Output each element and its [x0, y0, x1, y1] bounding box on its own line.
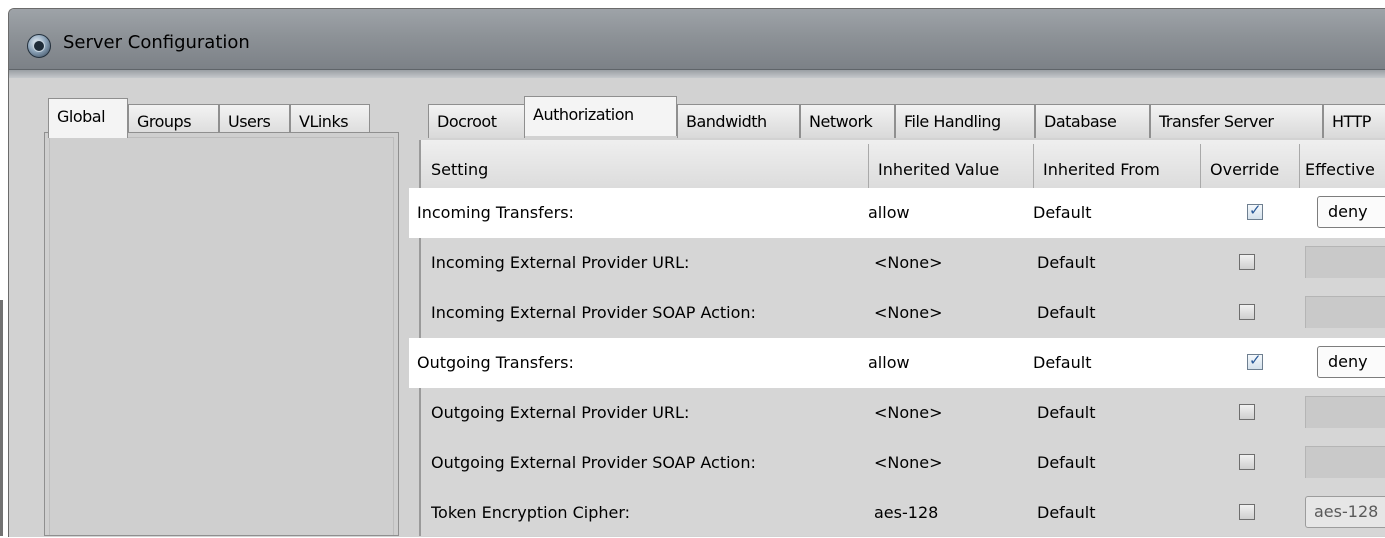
- setting-name: Incoming External Provider URL:: [431, 253, 690, 272]
- inherited-from: Default: [1037, 503, 1096, 522]
- tab-transfer-server[interactable]: Transfer Server: [1150, 104, 1323, 138]
- tab-label: File Handling: [904, 112, 1001, 131]
- tab-network[interactable]: Network: [800, 104, 895, 138]
- title-bar[interactable]: Server Configuration: [9, 9, 1385, 70]
- inherited-value: <None>: [874, 453, 943, 472]
- override-checkbox[interactable]: [1239, 254, 1255, 270]
- tab-bandwidth[interactable]: Bandwidth: [677, 104, 800, 138]
- table-header: Setting Inherited Value Inherited From O…: [421, 140, 1385, 189]
- table-row[interactable]: Outgoing External Provider URL: <None> D…: [421, 388, 1385, 438]
- column-header-setting[interactable]: Setting: [431, 140, 851, 188]
- tab-label: Authorization: [533, 105, 634, 124]
- column-header-override[interactable]: Override: [1210, 140, 1310, 188]
- override-checkbox[interactable]: [1239, 304, 1255, 320]
- select-value: aes-128: [1314, 502, 1379, 521]
- column-divider: [1033, 144, 1034, 188]
- column-divider: [1299, 144, 1300, 188]
- tab-label: Bandwidth: [686, 112, 767, 131]
- override-checkbox[interactable]: [1247, 201, 1263, 220]
- tab-label: Groups: [137, 112, 192, 131]
- inherited-value: <None>: [874, 403, 943, 422]
- setting-name: Outgoing Transfers:: [417, 353, 574, 372]
- inherited-from: Default: [1033, 353, 1092, 372]
- table-row[interactable]: Incoming External Provider URL: <None> D…: [421, 238, 1385, 288]
- inherited-from: Default: [1037, 303, 1096, 322]
- tab-label: HTTP: [1332, 112, 1371, 131]
- setting-name: Incoming External Provider SOAP Action:: [431, 303, 756, 322]
- tab-label: Database: [1044, 112, 1117, 131]
- effective-value-select[interactable]: deny: [1317, 196, 1385, 228]
- inherited-from: Default: [1033, 203, 1092, 222]
- tab-docroot[interactable]: Docroot: [428, 104, 525, 138]
- setting-name: Token Encryption Cipher:: [431, 503, 631, 522]
- table-row[interactable]: Outgoing External Provider SOAP Action: …: [421, 438, 1385, 488]
- tab-global[interactable]: Global: [48, 98, 128, 138]
- tab-database[interactable]: Database: [1035, 104, 1150, 138]
- override-checkbox[interactable]: [1239, 454, 1255, 470]
- inherited-from: Default: [1037, 253, 1096, 272]
- tab-label: Docroot: [437, 112, 497, 131]
- tab-label: VLinks: [299, 112, 349, 131]
- effective-value-select[interactable]: deny: [1317, 346, 1385, 378]
- effective-value-select: aes-128: [1305, 496, 1385, 528]
- frame-edge: [0, 300, 3, 536]
- inherited-value: <None>: [874, 253, 943, 272]
- effective-value-field: [1305, 396, 1385, 428]
- table-row[interactable]: Incoming Transfers: allow Default deny: [409, 188, 1385, 238]
- tab-http[interactable]: HTTP: [1323, 104, 1385, 138]
- effective-value-field: [1305, 296, 1385, 328]
- frame-strip: [9, 70, 1385, 78]
- setting-name: Outgoing External Provider URL:: [431, 403, 690, 422]
- inherited-value: <None>: [874, 303, 943, 322]
- override-checkbox[interactable]: [1247, 351, 1263, 370]
- inherited-value: allow: [868, 353, 910, 372]
- column-header-inherited-from[interactable]: Inherited From: [1043, 140, 1203, 188]
- select-value: deny: [1328, 202, 1368, 221]
- override-checkbox[interactable]: [1239, 404, 1255, 420]
- override-checkbox[interactable]: [1239, 504, 1255, 520]
- global-tab-panel: [44, 132, 399, 536]
- inherited-from: Default: [1037, 403, 1096, 422]
- setting-name: Incoming Transfers:: [417, 203, 574, 222]
- inherited-value: aes-128: [874, 503, 939, 522]
- tab-authorization[interactable]: Authorization: [524, 96, 677, 136]
- tab-label: Network: [809, 112, 873, 131]
- tab-label: Transfer Server: [1159, 112, 1274, 131]
- app-logo-icon: [27, 34, 51, 58]
- column-divider: [1200, 144, 1201, 188]
- select-value: deny: [1328, 352, 1368, 371]
- window-title: Server Configuration: [63, 32, 250, 53]
- tab-file-handling[interactable]: File Handling: [895, 104, 1035, 138]
- inherited-from: Default: [1037, 453, 1096, 472]
- effective-value-field: [1305, 446, 1385, 478]
- column-header-inherited-value[interactable]: Inherited Value: [878, 140, 1038, 188]
- column-header-effective[interactable]: Effective: [1305, 140, 1385, 188]
- inherited-value: allow: [868, 203, 910, 222]
- effective-value-field: [1305, 246, 1385, 278]
- setting-name: Outgoing External Provider SOAP Action:: [431, 453, 756, 472]
- tab-label: Global: [57, 107, 106, 126]
- table-row[interactable]: Outgoing Transfers: allow Default deny: [409, 338, 1385, 388]
- tab-label: Users: [228, 112, 271, 131]
- authorization-settings-table: Setting Inherited Value Inherited From O…: [409, 140, 1385, 538]
- table-row[interactable]: Incoming External Provider SOAP Action: …: [421, 288, 1385, 338]
- column-divider: [868, 144, 869, 188]
- table-row[interactable]: Token Encryption Cipher: aes-128 Default…: [421, 488, 1385, 538]
